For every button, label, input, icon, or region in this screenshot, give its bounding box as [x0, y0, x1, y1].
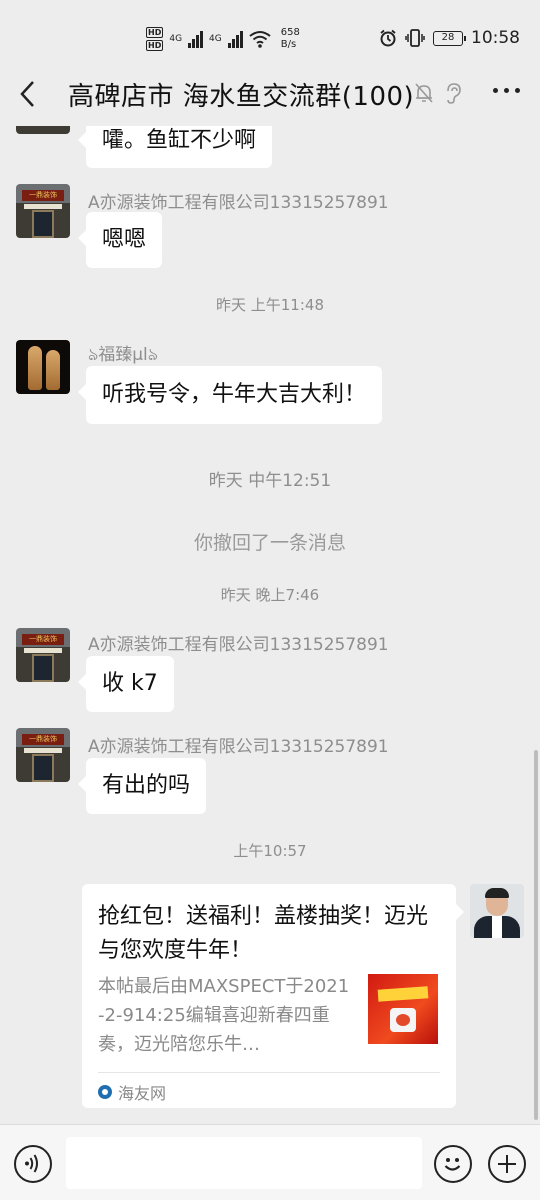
voice-button[interactable] — [14, 1145, 52, 1183]
clock: 10:58 — [471, 28, 520, 48]
message-bubble[interactable]: 嚯。鱼缸不少啊 — [77, 126, 273, 168]
link-card-title: 抢红包！送福利！盖楼抽奖！迈光与您欢度牛年！ — [98, 904, 429, 963]
sender-name: A亦源装饰工程有限公司13315257891 — [88, 193, 389, 213]
chat-header: 高碑店市 海水鱼交流群(100) — [0, 62, 540, 126]
sender-name: A亦源装饰工程有限公司13315257891 — [88, 635, 389, 655]
signal-icon — [227, 30, 243, 48]
avatar[interactable] — [16, 340, 70, 394]
back-button[interactable] — [0, 62, 54, 126]
shop-sign: 一鼎装饰 — [22, 190, 64, 201]
ear-icon — [447, 83, 461, 104]
hd-badge: HD — [146, 27, 164, 38]
avatar[interactable]: 一鼎装饰 — [16, 184, 70, 238]
my-avatar[interactable] — [470, 884, 524, 938]
scrollbar[interactable] — [534, 750, 538, 1120]
network-type: 4G — [169, 34, 183, 44]
voice-icon — [25, 1154, 38, 1173]
timestamp: 昨天 中午12:51 — [208, 471, 332, 491]
emoji-icon — [444, 1158, 461, 1171]
chat-title: 高碑店市 海水鱼交流群(100) — [68, 81, 415, 112]
message-bubble[interactable]: 有出的吗 — [77, 758, 207, 814]
avatar[interactable] — [16, 126, 70, 134]
plus-button[interactable] — [488, 1145, 526, 1183]
shop-sign: 一鼎装饰 — [22, 734, 64, 745]
battery-icon: 28 — [433, 30, 466, 46]
input-bar — [0, 1124, 540, 1200]
more-icon — [493, 88, 498, 93]
wifi-icon — [249, 31, 271, 48]
vibrate-icon — [405, 29, 425, 47]
message-input[interactable] — [66, 1137, 422, 1189]
avatar[interactable]: 一鼎装饰 — [16, 728, 70, 782]
link-card-description: 本帖最后由MAXSPECT于2021-2-914:25编辑喜迎新春四重奏，迈光陪… — [98, 976, 350, 1055]
timestamp: 昨天 上午11:48 — [216, 296, 324, 314]
more-button[interactable] — [493, 88, 520, 93]
back-icon — [20, 81, 34, 107]
network-indicators: HD HD 4G 4G 658 B/s — [146, 22, 300, 56]
source-app-icon — [98, 1085, 112, 1099]
avatar[interactable]: 一鼎装饰 — [16, 628, 70, 682]
message-text: 嚯。鱼缸不少啊 — [102, 128, 257, 153]
network-speed: 658 B/s — [280, 27, 300, 50]
timestamp: 上午10:57 — [233, 842, 307, 860]
system-message: 你撤回了一条消息 — [193, 532, 346, 554]
network-type: 4G — [209, 34, 222, 44]
message-text: 听我号令，牛年大吉大利！ — [102, 382, 367, 407]
hd-badge: HD — [146, 40, 164, 51]
link-card-source: 海友网 — [98, 1080, 166, 1104]
message-text: 收 k7 — [102, 671, 158, 696]
shop-sign: 一鼎装饰 — [22, 634, 64, 645]
message-bubble[interactable]: 听我号令，牛年大吉大利！ — [77, 366, 383, 424]
message-bubble[interactable]: 嗯嗯 — [77, 212, 163, 268]
emoji-button[interactable] — [434, 1145, 472, 1183]
sender-name: A亦源装饰工程有限公司13315257891 — [88, 737, 389, 757]
link-card[interactable]: 抢红包！送福利！盖楼抽奖！迈光与您欢度牛年！ 本帖最后由MAXSPECT于202… — [82, 884, 464, 1108]
message-text: 有出的吗 — [102, 773, 191, 798]
mute-bell-icon — [415, 83, 433, 103]
link-card-thumbnail — [368, 974, 438, 1044]
signal-icon — [188, 30, 204, 48]
divider — [98, 1072, 440, 1073]
timestamp: 昨天 晚上7:46 — [220, 586, 320, 604]
alarm-icon — [380, 29, 396, 47]
message-bubble[interactable]: 收 k7 — [78, 656, 174, 712]
message-text: 嗯嗯 — [102, 227, 147, 252]
chat-area[interactable]: 嚯。鱼缸不少啊 一鼎装饰 A亦源装饰工程有限公司13315257891 嗯嗯 昨… — [0, 126, 540, 1124]
